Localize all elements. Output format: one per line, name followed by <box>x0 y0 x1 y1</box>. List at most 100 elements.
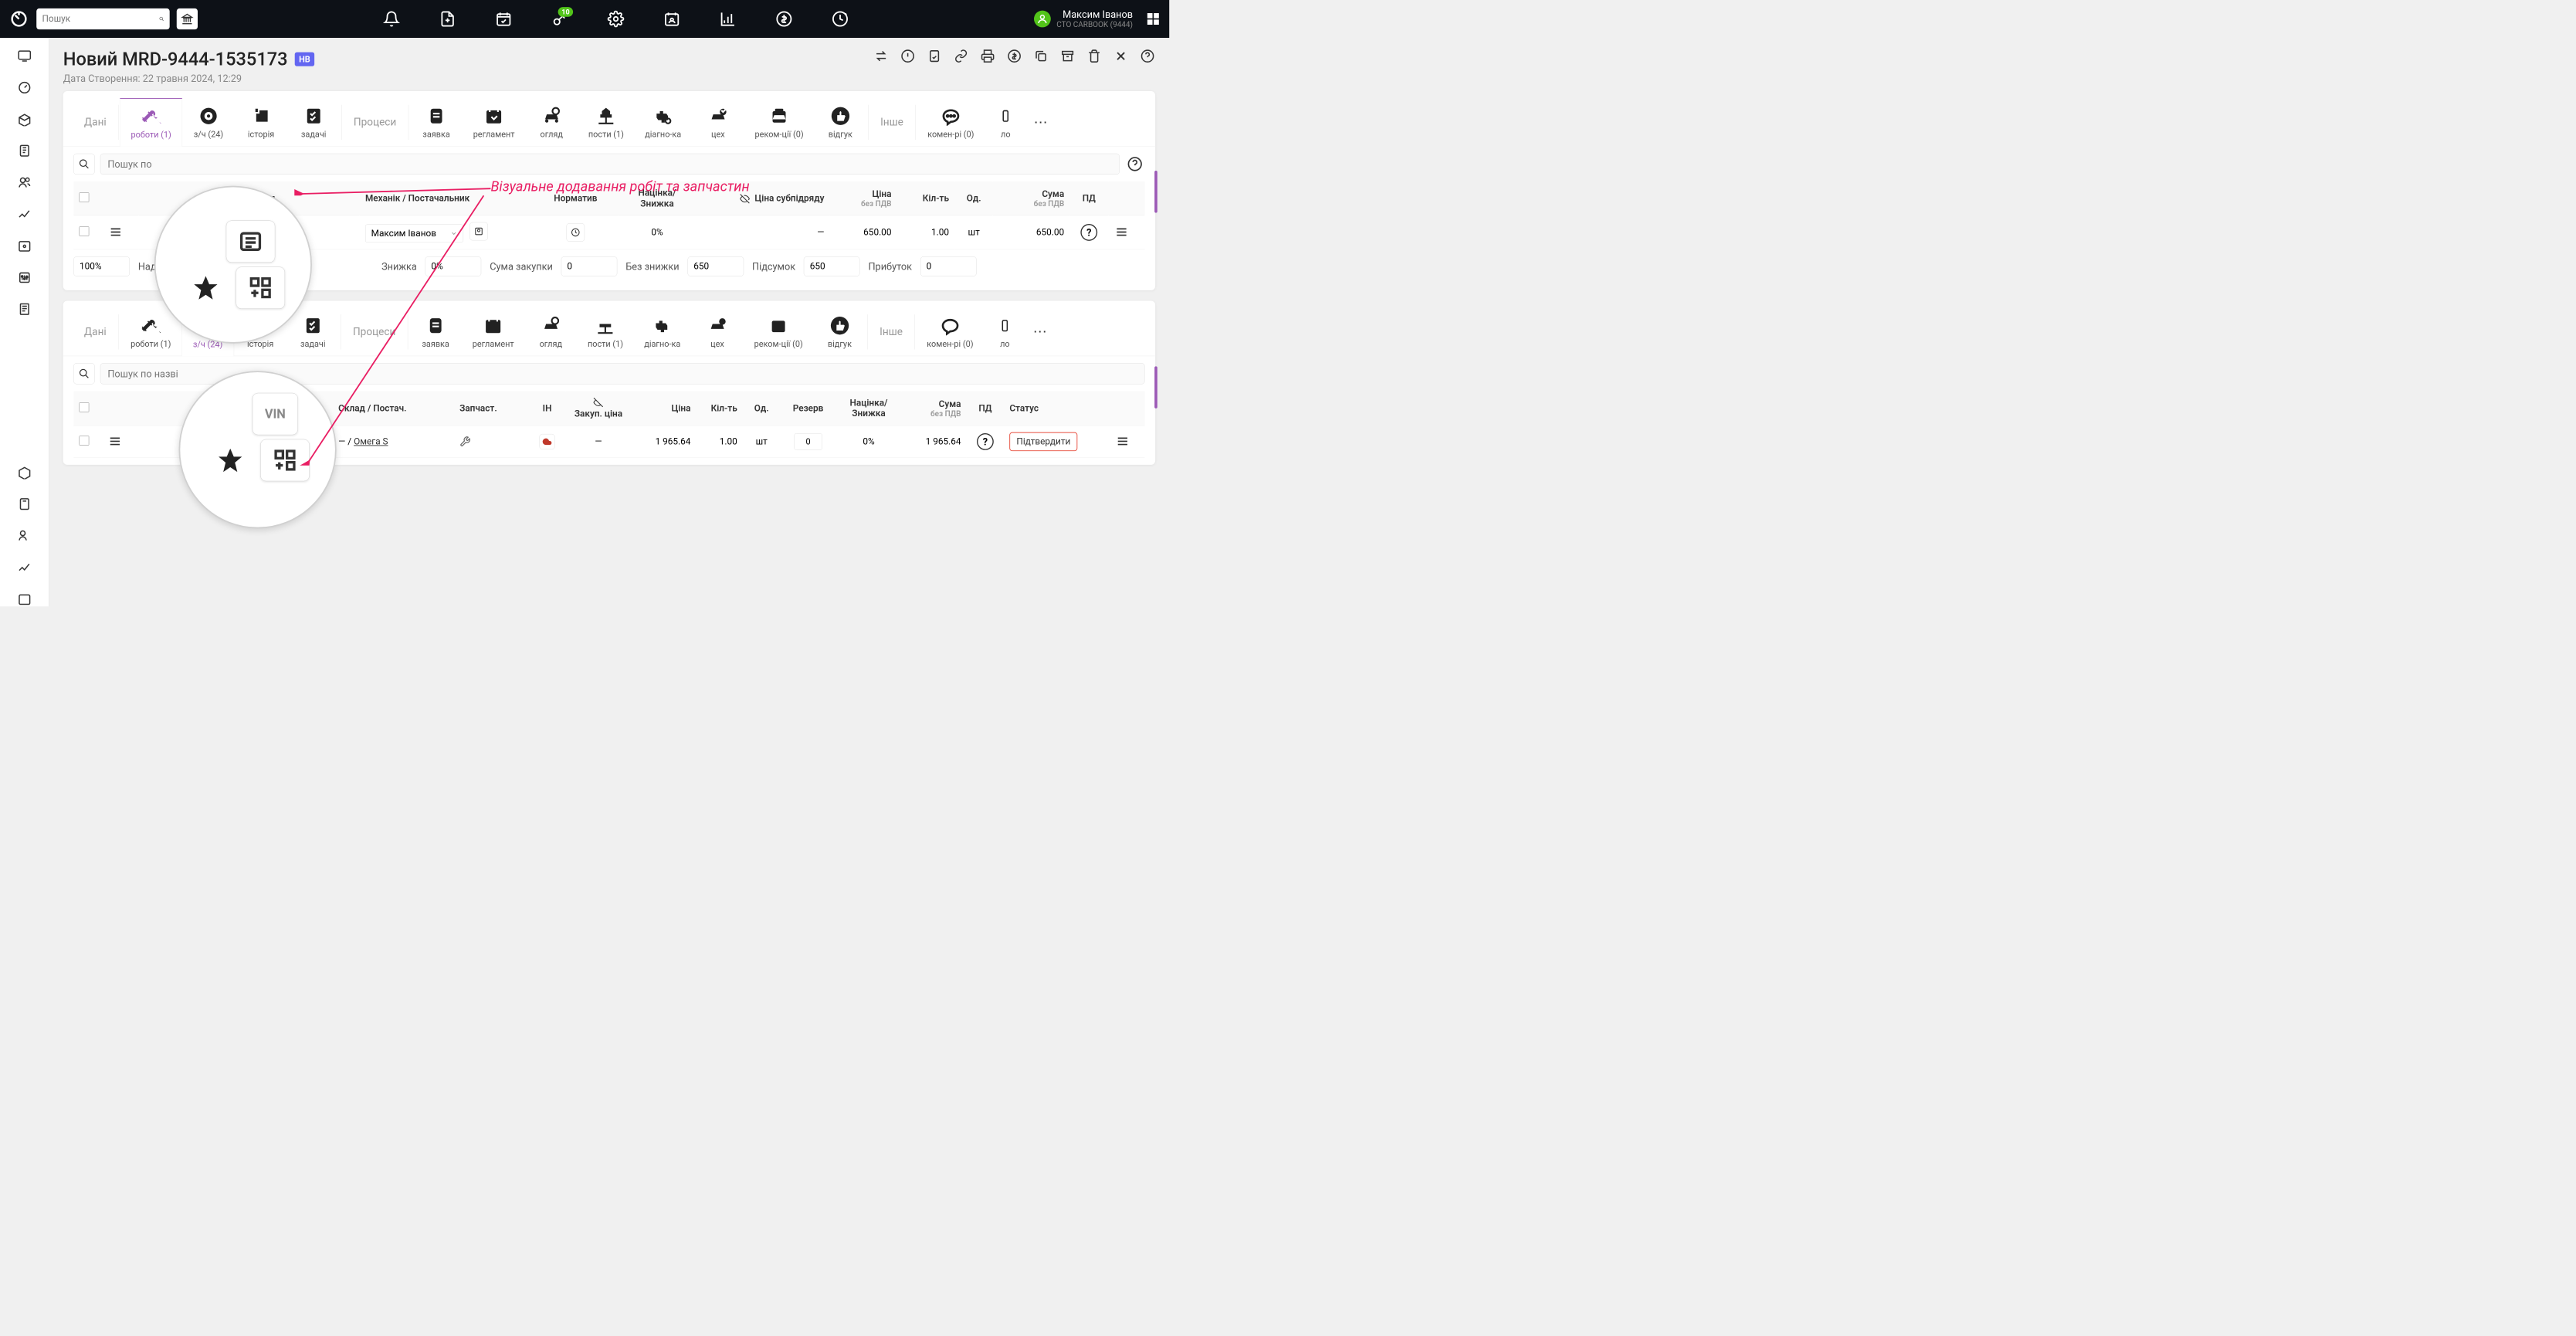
tab-komenri-2[interactable]: комен-рі (0) <box>917 308 984 356</box>
callout-list-button[interactable] <box>226 221 276 263</box>
works-search-input[interactable] <box>100 154 1120 175</box>
sidebar-calendar-user-icon[interactable] <box>17 239 32 253</box>
sidebar-monitor-icon[interactable] <box>17 49 32 63</box>
close-icon[interactable] <box>1113 49 1129 64</box>
tab-protsesy[interactable]: Процеси <box>343 116 407 128</box>
tab-zch[interactable]: з/ч (24) <box>182 98 235 146</box>
row-actions-icon[interactable] <box>1113 224 1129 239</box>
parts-row-check[interactable] <box>80 436 90 446</box>
trash-icon[interactable] <box>1086 49 1102 64</box>
subtotal-input[interactable] <box>804 256 860 276</box>
tab-lo[interactable]: ло <box>985 98 1026 146</box>
clock-alert-icon[interactable] <box>829 8 850 29</box>
tab-zayavka-2[interactable]: заявка <box>409 308 462 356</box>
sidebar-clipboard2-icon[interactable] <box>17 497 32 511</box>
wrench-icon[interactable] <box>459 436 471 448</box>
works-row-check[interactable] <box>80 226 90 236</box>
help-icon[interactable] <box>1140 49 1155 64</box>
bank-button[interactable] <box>177 8 198 29</box>
reserve-input[interactable]: 0 <box>794 433 822 450</box>
calendar-check-icon[interactable] <box>493 8 514 29</box>
tabs-more-icon-2[interactable]: ⋯ <box>1026 324 1054 340</box>
callout-star-button-2[interactable] <box>205 439 255 481</box>
tab-dani-2[interactable]: Дані <box>73 326 117 338</box>
dollar-icon[interactable] <box>774 8 795 29</box>
confirm-button[interactable]: Підтвердити <box>1009 432 1077 452</box>
tab-posty[interactable]: пости (1) <box>578 98 634 146</box>
logo-icon[interactable] <box>8 8 29 29</box>
callout-grid-add-button-2[interactable] <box>260 439 310 481</box>
apps-grid-icon[interactable] <box>1145 12 1161 27</box>
tab-diagnoka[interactable]: діагно-ка <box>635 98 692 146</box>
tab-tseh[interactable]: цех <box>692 98 744 146</box>
file-plus-icon[interactable] <box>437 8 458 29</box>
tab-protsesy-2[interactable]: Процеси <box>342 326 406 338</box>
link-icon[interactable] <box>954 49 969 64</box>
tab-lo-2[interactable]: ло <box>984 308 1025 356</box>
pct-input[interactable] <box>73 256 130 276</box>
dollar-circle-icon[interactable] <box>1007 49 1022 64</box>
bell-icon[interactable] <box>381 8 402 29</box>
works-row-help[interactable]: ? <box>1080 224 1097 241</box>
callout-star-button[interactable] <box>181 266 231 308</box>
sidebar-box2-icon[interactable] <box>17 465 32 480</box>
copy-icon[interactable] <box>1033 49 1049 64</box>
swap-icon[interactable] <box>873 49 889 64</box>
sidebar-chart-icon[interactable] <box>17 207 32 222</box>
mechanic-edit-button[interactable] <box>469 222 488 241</box>
tab-oglyad[interactable]: огляд <box>525 98 578 146</box>
gear-icon[interactable] <box>605 8 626 29</box>
tab-zadachi-2[interactable]: задачі <box>286 308 339 356</box>
tab-tseh-2[interactable]: цех <box>691 308 744 356</box>
sidebar-box-icon[interactable] <box>17 112 32 127</box>
sidebar-book-icon[interactable] <box>17 302 32 317</box>
global-search-input[interactable] <box>42 14 159 25</box>
sidebar-clipboard-icon[interactable] <box>17 144 32 158</box>
parts-row-actions-icon[interactable] <box>1115 433 1130 449</box>
cloud-button[interactable] <box>540 434 555 449</box>
purchase-input[interactable] <box>561 256 618 276</box>
tab-reglament[interactable]: регламент <box>463 98 525 146</box>
mechanic-select[interactable]: Максим Іванов <box>365 224 463 242</box>
tab-rekomtsii-2[interactable]: реком-ції (0) <box>744 308 813 356</box>
tab-vidguk-2[interactable]: відгук <box>813 308 866 356</box>
sidebar-calendar2-icon[interactable] <box>17 592 32 606</box>
search-button-2[interactable] <box>73 363 94 384</box>
archive-icon[interactable] <box>1060 49 1076 64</box>
tab-oglyad-2[interactable]: огляд <box>524 308 577 356</box>
global-search[interactable] <box>36 8 169 29</box>
discount-input[interactable] <box>425 256 482 276</box>
tab-inshe[interactable]: Інше <box>869 116 913 128</box>
tab-komenri[interactable]: комен-рі (0) <box>917 98 985 146</box>
tab-istoriya[interactable]: історія <box>235 98 287 146</box>
profit-input[interactable] <box>920 256 977 276</box>
help-button[interactable] <box>1125 154 1144 174</box>
calendar-user-icon[interactable] <box>662 8 683 29</box>
callout-grid-add-button[interactable] <box>236 266 285 308</box>
tab-posty-2[interactable]: пости (1) <box>577 308 633 356</box>
parts-row-menu-icon[interactable] <box>107 433 123 449</box>
warning-icon[interactable] <box>900 49 916 64</box>
sidebar-sliders-icon[interactable] <box>17 270 32 285</box>
tab-inshe-2[interactable]: Інше <box>869 326 913 338</box>
sidebar-users2-icon[interactable] <box>17 528 32 543</box>
tabs-more-icon[interactable]: ⋯ <box>1027 114 1055 131</box>
parts-checkall[interactable] <box>80 402 90 412</box>
search-button[interactable] <box>73 154 94 175</box>
tab-dani[interactable]: Дані <box>73 116 117 128</box>
key-icon[interactable]: 10 <box>549 8 570 29</box>
tab-roboty[interactable]: роботи (1) <box>120 98 181 147</box>
chart-icon[interactable] <box>717 8 738 29</box>
callout-vin-button[interactable]: VIN <box>253 393 298 435</box>
works-checkall[interactable] <box>80 192 90 202</box>
sidebar-chart2-icon[interactable] <box>17 560 32 575</box>
file-check-icon[interactable] <box>927 49 942 64</box>
tab-zayavka[interactable]: заявка <box>410 98 463 146</box>
row-menu-icon[interactable] <box>108 224 124 239</box>
sidebar-users-icon[interactable] <box>17 175 32 190</box>
user-block[interactable]: Максим Іванов СТО CARBOOK (9444) <box>1034 8 1133 29</box>
sidebar-gauge-icon[interactable] <box>17 80 32 95</box>
tab-vidguk[interactable]: відгук <box>814 98 866 146</box>
tab-zadachi[interactable]: задачі <box>287 98 340 146</box>
parts-help[interactable]: ? <box>977 433 994 450</box>
